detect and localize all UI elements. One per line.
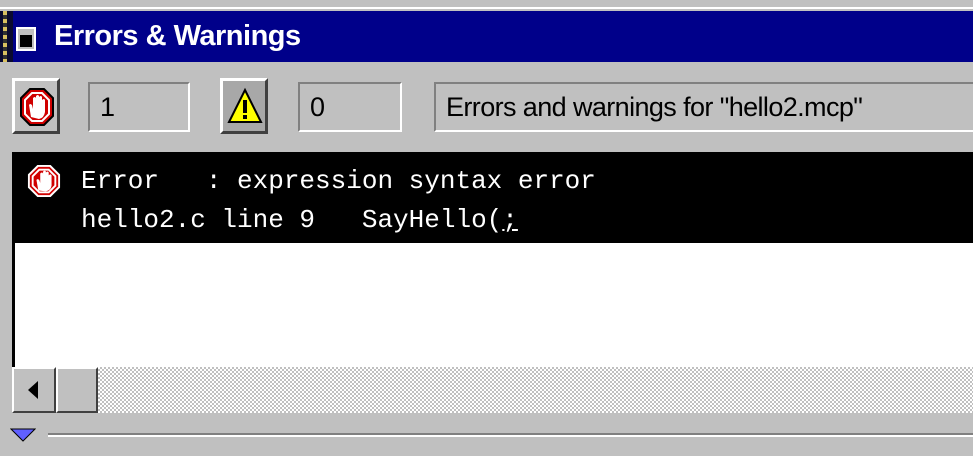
warning-triangle-icon: [227, 87, 263, 123]
toolbar: 1 0 Errors and warnings for "hello2.mcp": [0, 62, 973, 152]
message-text: Error : expression syntax error: [81, 166, 596, 196]
warning-count-field: 0: [298, 82, 402, 132]
window-top-edge: [0, 0, 973, 11]
list-item-selected[interactable]: Error : expression syntax error hello2.c…: [15, 152, 973, 243]
splitter-line: [48, 433, 973, 437]
splitter-bar[interactable]: [0, 413, 973, 456]
window-title: Errors & Warnings: [54, 20, 301, 52]
message-error-token: ;: [502, 205, 518, 235]
message-location-text: hello2.c line 9 SayHello(: [81, 205, 503, 235]
stop-hand-icon: [20, 88, 54, 126]
stop-hand-icon: [27, 164, 61, 198]
message-list[interactable]: Error : expression syntax error hello2.c…: [12, 152, 973, 367]
scrollbar-thumb[interactable]: [56, 367, 98, 413]
message-location: hello2.c line 9 SayHello(;: [81, 205, 518, 235]
show-warnings-button[interactable]: [220, 78, 268, 134]
scroll-left-arrow-icon[interactable]: [12, 367, 56, 413]
disclosure-triangle-icon[interactable]: [10, 428, 36, 442]
document-icon: [16, 27, 36, 51]
show-errors-button[interactable]: [12, 78, 60, 134]
error-count-field: 1: [88, 82, 190, 132]
description-field: Errors and warnings for "hello2.mcp": [434, 82, 973, 132]
horizontal-scrollbar[interactable]: [12, 367, 973, 413]
resize-grip[interactable]: [0, 11, 13, 62]
